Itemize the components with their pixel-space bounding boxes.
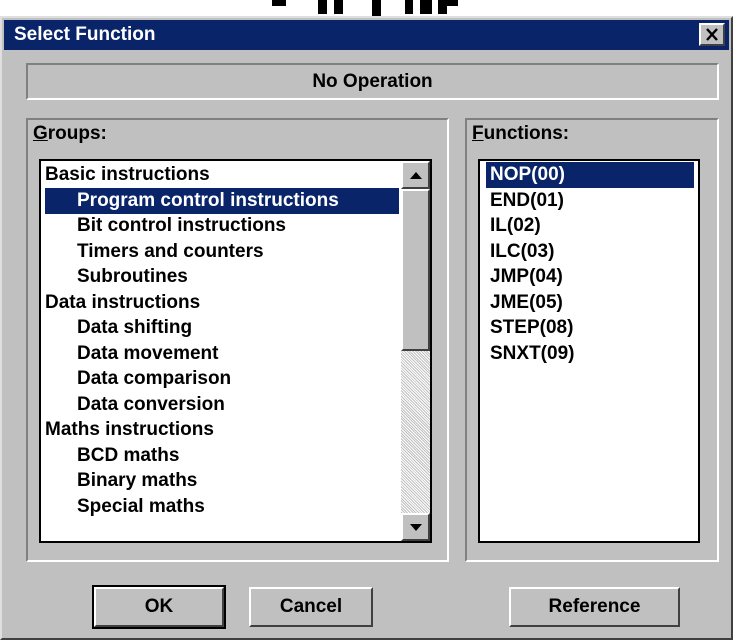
group-subitem[interactable]: Special maths — [45, 494, 399, 520]
scroll-down-button[interactable] — [401, 513, 430, 541]
group-subitem[interactable]: Program control instructions — [45, 187, 399, 214]
functions-panel: Functions: NOP(00) END(01) IL(02) ILC(03) JM… — [465, 118, 719, 562]
close-icon — [706, 28, 718, 41]
scroll-up-button[interactable] — [401, 161, 430, 189]
group-subitem[interactable]: Timers and counters — [45, 239, 399, 265]
function-item[interactable]: STEP(08) — [486, 315, 694, 341]
reference-button[interactable]: Reference — [509, 587, 680, 627]
scroll-up-arrow-icon — [409, 171, 422, 179]
groups-listbox[interactable]: Basic instructions Program control instru… — [39, 159, 432, 543]
group-subitem[interactable]: Binary maths — [45, 468, 399, 494]
function-item[interactable]: IL(02) — [486, 213, 694, 239]
function-item[interactable]: JME(05) — [486, 290, 694, 316]
functions-listbox[interactable]: NOP(00) END(01) IL(02) ILC(03) JMP(04) JME(05… — [478, 159, 700, 543]
groups-panel: Groups: Basic instructions Program contro… — [26, 118, 449, 562]
select-function-dialog: Select Function No Operation Groups: Bas… — [0, 16, 733, 640]
groups-scrollbar[interactable] — [401, 161, 430, 541]
function-item[interactable]: ILC(03) — [486, 239, 694, 265]
function-item[interactable]: JMP(04) — [486, 264, 694, 290]
group-subitem[interactable]: Data conversion — [45, 392, 399, 418]
group-category[interactable]: Basic instructions — [45, 162, 399, 188]
scroll-thumb[interactable] — [401, 189, 430, 351]
ok-button[interactable]: OK — [92, 585, 226, 629]
cancel-button[interactable]: Cancel — [249, 587, 373, 627]
title-bar: Select Function — [4, 20, 729, 50]
functions-label: Functions: — [472, 123, 570, 144]
group-subitem[interactable]: Data movement — [45, 341, 399, 367]
function-item[interactable]: END(01) — [486, 188, 694, 214]
groups-label: Groups: — [33, 123, 107, 144]
group-subitem[interactable]: Subroutines — [45, 264, 399, 290]
function-item[interactable]: SNXT(09) — [486, 341, 694, 367]
operation-text: No Operation — [312, 70, 433, 92]
window-title: Select Function — [14, 24, 156, 45]
group-subitem[interactable]: Data comparison — [45, 366, 399, 392]
scroll-down-arrow-icon — [409, 523, 422, 531]
group-category[interactable]: Maths instructions — [45, 417, 399, 443]
close-button[interactable] — [699, 23, 725, 46]
clipped-background-text — [0, 0, 733, 16]
operation-display: No Operation — [26, 63, 719, 100]
group-subitem[interactable]: Data shifting — [45, 315, 399, 341]
function-item[interactable]: NOP(00) — [486, 162, 694, 188]
group-subitem[interactable]: Bit control instructions — [45, 213, 399, 239]
group-category[interactable]: Data instructions — [45, 290, 399, 316]
group-subitem[interactable]: BCD maths — [45, 443, 399, 469]
